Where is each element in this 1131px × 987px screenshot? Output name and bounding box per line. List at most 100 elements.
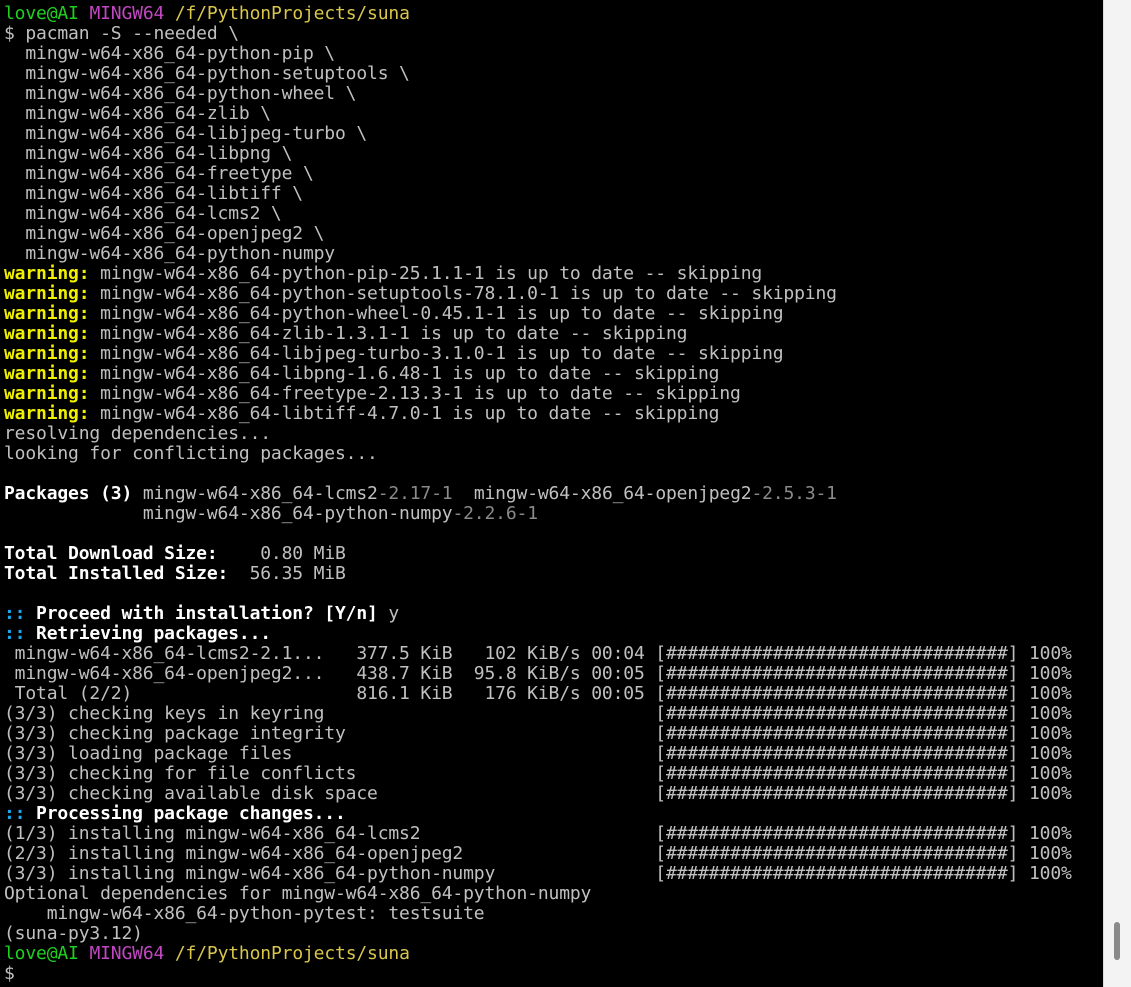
check-progress-line: (3/3) checking keys in keyring [########… — [4, 704, 1072, 724]
input-prompt-line: $ — [4, 964, 15, 984]
size-label: Total Installed Size: — [4, 563, 229, 584]
size-label: Total Download Size: — [4, 543, 218, 564]
prefix-marker: :: — [4, 803, 37, 824]
install-progress-line-text: (3/3) installing mingw-w64-x86_64-python… — [4, 863, 1072, 884]
download-progress-line: mingw-w64-x86_64-openjpeg2... 438.7 KiB … — [4, 664, 1072, 684]
terminal-window[interactable]: love@AI MINGW64 /f/PythonProjects/suna $ … — [0, 0, 1103, 987]
command-line: mingw-w64-x86_64-python-pip \ — [4, 44, 335, 64]
size-line: Total Installed Size: 56.35 MiB — [4, 564, 346, 584]
command-line-text: mingw-w64-x86_64-openjpeg2 \ — [4, 223, 325, 244]
prompt-user: love@AI — [4, 943, 79, 964]
command-line: mingw-w64-x86_64-python-wheel \ — [4, 84, 356, 104]
command-line: mingw-w64-x86_64-freetype \ — [4, 163, 314, 184]
warning-line: warning: mingw-w64-x86_64-python-pip-25.… — [4, 264, 762, 284]
warning-line: warning: mingw-w64-x86_64-libtiff-4.7.0-… — [4, 403, 720, 424]
command-line-text: mingw-w64-x86_64-freetype \ — [4, 163, 314, 184]
prompt-line-bottom: love@AI MINGW64 /f/PythonProjects/suna — [4, 944, 410, 964]
command-line-text: mingw-w64-x86_64-python-pip \ — [4, 43, 335, 64]
command-line: mingw-w64-x86_64-libjpeg-turbo \ — [4, 124, 367, 144]
command-line-text: mingw-w64-x86_64-zlib \ — [4, 103, 271, 124]
command-line: mingw-w64-x86_64-lcms2 \ — [4, 203, 282, 224]
command-line-text: mingw-w64-x86_64-libtiff \ — [4, 183, 303, 204]
check-progress-line: (3/3) checking for file conflicts [#####… — [4, 764, 1072, 784]
warning-text: mingw-w64-x86_64-libtiff-4.7.0-1 is up t… — [89, 403, 720, 424]
prompt-shell: MINGW64 — [89, 3, 165, 24]
command-line: mingw-w64-x86_64-libtiff \ — [4, 184, 303, 204]
warning-line: warning: mingw-w64-x86_64-zlib-1.3.1-1 i… — [4, 323, 688, 344]
prompt-path: /f/PythonProjects/suna — [174, 943, 410, 964]
looking-line: looking for conflicting packages... — [4, 444, 378, 464]
optional-deps-line: Optional dependencies for mingw-w64-x86_… — [4, 884, 591, 904]
command-line-text: mingw-w64-x86_64-python-numpy — [4, 243, 335, 264]
packages-line: Packages (3) mingw-w64-x86_64-lcms2-2.17… — [4, 484, 837, 504]
download-progress-line-text: mingw-w64-x86_64-openjpeg2... 438.7 KiB … — [4, 663, 1072, 684]
warning-label: warning: — [4, 283, 90, 304]
package-version: -2.5.3-1 — [751, 483, 837, 504]
check-progress-line-text: (3/3) checking for file conflicts [#####… — [4, 763, 1072, 784]
warning-label: warning: — [4, 403, 90, 424]
command-line-text: $ pacman -S --needed \ — [4, 23, 239, 44]
warning-label: warning: — [4, 343, 90, 364]
command-line-text: mingw-w64-x86_64-libpng \ — [4, 143, 293, 164]
install-progress-line: (1/3) installing mingw-w64-x86_64-lcms2 … — [4, 824, 1072, 844]
proceed-prompt-text: Proceed with installation? [Y/n] — [36, 603, 378, 624]
prompt-path: /f/PythonProjects/suna — [174, 3, 410, 24]
command-line: mingw-w64-x86_64-python-setuptools \ — [4, 64, 410, 84]
warning-label: warning: — [4, 363, 90, 384]
prefix-marker: :: — [4, 623, 37, 644]
warning-line: warning: mingw-w64-x86_64-freetype-2.13.… — [4, 384, 741, 404]
package-name: mingw-w64-x86_64-lcms2 — [142, 483, 378, 504]
size-line: Total Download Size: 0.80 MiB — [4, 544, 346, 564]
looking-line-text: looking for conflicting packages... — [4, 443, 378, 464]
prompt-shell: MINGW64 — [89, 943, 165, 964]
warning-label: warning: — [4, 323, 90, 344]
check-progress-line: (3/3) checking available disk space [###… — [4, 784, 1072, 804]
retrieving-line: :: Retrieving packages... — [4, 624, 271, 644]
command-line-text: mingw-w64-x86_64-libjpeg-turbo \ — [4, 123, 368, 144]
install-progress-line: (2/3) installing mingw-w64-x86_64-openjp… — [4, 844, 1072, 864]
install-progress-line-text: (1/3) installing mingw-w64-x86_64-lcms2 … — [4, 823, 1072, 844]
command-line: mingw-w64-x86_64-zlib \ — [4, 104, 271, 124]
optional-deps-item-text: mingw-w64-x86_64-python-pytest: testsuit… — [4, 903, 485, 924]
warning-line: warning: mingw-w64-x86_64-libpng-1.6.48-… — [4, 363, 720, 384]
command-line-text: mingw-w64-x86_64-python-wheel \ — [4, 83, 357, 104]
prompt-user: love@AI — [4, 3, 79, 24]
processing-line: :: Processing package changes... — [4, 804, 346, 824]
warning-line: warning: mingw-w64-x86_64-libjpeg-turbo-… — [4, 343, 784, 364]
check-progress-line-text: (3/3) checking package integrity [######… — [4, 723, 1072, 744]
input-prompt-line-text: $ — [4, 963, 15, 984]
warning-text: mingw-w64-x86_64-python-wheel-0.45.1-1 i… — [89, 303, 784, 324]
packages-label: Packages (3) — [4, 483, 143, 504]
scrollbar-thumb[interactable] — [1114, 922, 1120, 960]
warning-text: mingw-w64-x86_64-python-pip-25.1.1-1 is … — [89, 263, 763, 284]
install-progress-line: (3/3) installing mingw-w64-x86_64-python… — [4, 864, 1072, 884]
proceed-prompt: :: Proceed with installation? [Y/n] y — [4, 604, 399, 624]
optional-deps-item: mingw-w64-x86_64-python-pytest: testsuit… — [4, 903, 485, 924]
resolving-line-text: resolving dependencies... — [4, 423, 271, 444]
processing-line-text: Processing package changes... — [36, 803, 346, 824]
command-line: $ pacman -S --needed \ — [4, 24, 239, 44]
download-progress-line-text: Total (2/2) 816.1 KiB 176 KiB/s 00:05 [#… — [4, 683, 1072, 704]
package-version: -2.2.6-1 — [452, 503, 538, 524]
vertical-scrollbar[interactable] — [1103, 0, 1131, 987]
download-progress-line: mingw-w64-x86_64-lcms2-2.1... 377.5 KiB … — [4, 644, 1072, 664]
package-name: mingw-w64-x86_64-openjpeg2 — [452, 483, 752, 504]
warning-line: warning: mingw-w64-x86_64-python-setupto… — [4, 284, 837, 304]
warning-label: warning: — [4, 303, 90, 324]
command-line: mingw-w64-x86_64-openjpeg2 \ — [4, 224, 324, 244]
size-value: 56.35 MiB — [228, 563, 346, 584]
warning-line: warning: mingw-w64-x86_64-python-wheel-0… — [4, 303, 784, 324]
download-progress-line-text: mingw-w64-x86_64-lcms2-2.1... 377.5 KiB … — [4, 643, 1072, 664]
resolving-line: resolving dependencies... — [4, 424, 271, 444]
command-line: mingw-w64-x86_64-libpng \ — [4, 144, 292, 164]
command-line: mingw-w64-x86_64-python-numpy — [4, 244, 335, 264]
prefix-marker: :: — [4, 603, 37, 624]
warning-label: warning: — [4, 383, 90, 404]
check-progress-line-text: (3/3) checking available disk space [###… — [4, 783, 1072, 804]
warning-text: mingw-w64-x86_64-python-setuptools-78.1.… — [89, 283, 837, 304]
command-line-text: mingw-w64-x86_64-lcms2 \ — [4, 203, 282, 224]
proceed-answer: y — [377, 603, 400, 624]
prompt-line-top: love@AI MINGW64 /f/PythonProjects/suna — [4, 4, 410, 24]
install-progress-line-text: (2/3) installing mingw-w64-x86_64-openjp… — [4, 843, 1072, 864]
